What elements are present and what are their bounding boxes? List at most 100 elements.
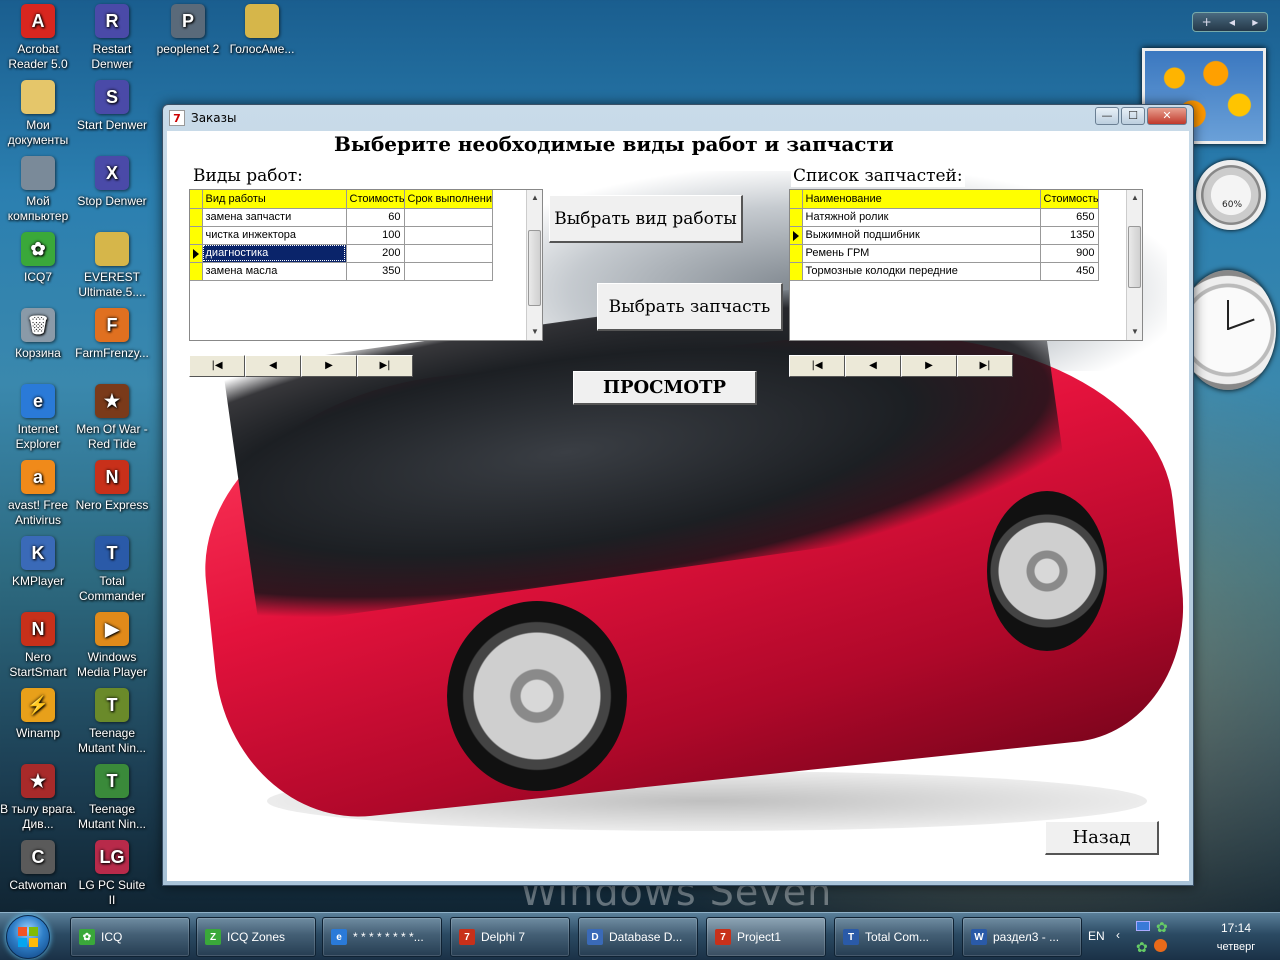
grid-column-header[interactable]: Срок выполнения [404, 190, 493, 209]
nav-next-button[interactable]: ▶ [301, 355, 357, 377]
grid-column-header[interactable]: Наименование [802, 190, 1041, 209]
tray-expand-icon[interactable]: ‹ [1116, 928, 1120, 942]
taskbar-button[interactable]: D Database D... [578, 917, 698, 957]
desktop-icon[interactable]: Ppeoplenet 2 [150, 4, 226, 57]
scroll-thumb[interactable] [528, 230, 541, 306]
grid-cell[interactable]: 60 [346, 208, 405, 227]
table-row[interactable]: Выжимной подшибник 1350 [790, 226, 1099, 245]
table-row[interactable]: замена масла 350 [190, 262, 493, 281]
nav-last-button[interactable]: ▶| [357, 355, 413, 377]
select-part-button[interactable]: Выбрать запчасть [597, 283, 783, 331]
grid-column-header[interactable]: Стоимость [1040, 190, 1099, 209]
table-row[interactable]: Тормозные колодки передние 450 [790, 262, 1099, 281]
parts-scrollbar[interactable]: ▲ ▼ [1126, 190, 1142, 340]
desktop-icon[interactable]: N Nero Express [74, 460, 150, 513]
icq-status-icon[interactable]: ✿ [1136, 939, 1148, 956]
desktop-icon[interactable]: T Total Commander [74, 536, 150, 604]
desktop-icon[interactable]: ⚡ Winamp [0, 688, 76, 741]
grid-cell[interactable] [404, 226, 493, 245]
taskbar-button[interactable]: Wраздел3 - ... [962, 917, 1082, 957]
taskbar-button[interactable]: 7 Delphi 7 [450, 917, 570, 957]
desktop-icon[interactable]: K KMPlayer [0, 536, 76, 589]
taskbar-button[interactable]: 7 Project1 [706, 917, 826, 957]
desktop-icon[interactable]: S Start Denwer [74, 80, 150, 133]
view-button[interactable]: ПРОСМОТР [573, 371, 757, 405]
nav-next-button[interactable]: ▶ [901, 355, 957, 377]
grid-cell[interactable]: 200 [346, 244, 405, 263]
nav-first-button[interactable]: |◀ [789, 355, 845, 377]
prev-gadget-icon[interactable]: ◂ [1229, 15, 1235, 29]
language-indicator[interactable]: EN [1088, 929, 1105, 943]
grid-cell[interactable]: 450 [1040, 262, 1099, 281]
works-scrollbar[interactable]: ▲ ▼ [526, 190, 542, 340]
taskbar-button[interactable]: ✿ ICQ [70, 917, 190, 957]
grid-cell[interactable]: 650 [1040, 208, 1099, 227]
desktop-icon[interactable]: ★ В тылу врага. Див... [0, 764, 76, 832]
taskbar-button[interactable]: e * * * * * * * *... [322, 917, 442, 957]
clock-day[interactable]: четверг [1208, 941, 1264, 953]
grid-column-header[interactable]: Стоимость [346, 190, 405, 209]
window-titlebar[interactable]: 7 Заказы — ☐ ✕ [163, 105, 1193, 131]
grid-cell[interactable]: 900 [1040, 244, 1099, 263]
grid-cell[interactable]: 100 [346, 226, 405, 245]
desktop-icon[interactable]: A Acrobat Reader 5.0 [0, 4, 76, 72]
grid-column-header[interactable]: Вид работы [202, 190, 347, 209]
nav-prior-button[interactable]: ◀ [245, 355, 301, 377]
desktop-icon[interactable]: ▶ Windows Media Player [74, 612, 150, 680]
grid-cell[interactable]: замена запчасти [202, 208, 347, 227]
grid-cell[interactable]: замена масла [202, 262, 347, 281]
scroll-thumb[interactable] [1128, 226, 1141, 288]
grid-cell[interactable]: Выжимной подшибник [802, 226, 1041, 245]
nav-first-button[interactable]: |◀ [189, 355, 245, 377]
start-button[interactable] [6, 915, 50, 959]
grid-cell[interactable]: Тормозные колодки передние [802, 262, 1041, 281]
desktop-icon[interactable]: T Teenage Mutant Nin... [74, 764, 150, 832]
desktop-icon[interactable]: X Stop Denwer [74, 156, 150, 209]
table-row[interactable]: Натяжной ролик 650 [790, 208, 1099, 227]
desktop-icon[interactable]: e Internet Explorer [0, 384, 76, 452]
scroll-down-icon[interactable]: ▼ [1127, 324, 1142, 340]
icq-tray-icon[interactable]: ✿ [1156, 919, 1168, 936]
gadget-toolbar[interactable]: + ◂ ▸ [1192, 12, 1268, 32]
table-row[interactable]: чистка инжектора 100 [190, 226, 493, 245]
table-row[interactable]: диагностика 200 [190, 244, 493, 263]
clock-time[interactable]: 17:14 [1216, 921, 1256, 935]
grid-cell[interactable]: диагностика [202, 244, 347, 263]
scroll-down-icon[interactable]: ▼ [527, 324, 542, 340]
select-work-button[interactable]: Выбрать вид работы [549, 195, 743, 243]
desktop-icon[interactable]: C Catwoman [0, 840, 76, 893]
grid-cell[interactable]: 1350 [1040, 226, 1099, 245]
desktop-icon[interactable]: N Nero StartSmart [0, 612, 76, 680]
scroll-up-icon[interactable]: ▲ [1127, 190, 1142, 206]
table-row[interactable]: замена запчасти 60 [190, 208, 493, 227]
desktop-icon[interactable]: F FarmFrenzy... [74, 308, 150, 361]
nav-prior-button[interactable]: ◀ [845, 355, 901, 377]
desktop-icon[interactable]: R Restart Denwer [74, 4, 150, 72]
table-row[interactable]: Ремень ГРМ 900 [790, 244, 1099, 263]
network-icon[interactable] [1136, 921, 1150, 931]
desktop-icon[interactable]: 🗑 Корзина [0, 308, 76, 361]
grid-cell[interactable]: 350 [346, 262, 405, 281]
back-button[interactable]: Назад [1045, 821, 1159, 855]
desktop-icon[interactable]: ГолосАме... [224, 4, 300, 57]
close-button[interactable]: ✕ [1147, 107, 1187, 125]
desktop-icon[interactable]: ★ Men Of War - Red Tide [74, 384, 150, 452]
nav-last-button[interactable]: ▶| [957, 355, 1013, 377]
desktop-icon[interactable]: Мой компьютер [0, 156, 76, 224]
desktop-icon[interactable]: ✿ ICQ7 [0, 232, 76, 285]
desktop-icon[interactable]: LG LG PC Suite II [74, 840, 150, 908]
scroll-up-icon[interactable]: ▲ [527, 190, 542, 206]
grid-cell[interactable] [404, 262, 493, 281]
taskbar-button[interactable]: Z ICQ Zones [196, 917, 316, 957]
grid-cell[interactable]: Натяжной ролик [802, 208, 1041, 227]
grid-cell[interactable] [404, 244, 493, 263]
desktop-icon[interactable]: a avast! Free Antivirus [0, 460, 76, 528]
desktop-icon[interactable]: T Teenage Mutant Nin... [74, 688, 150, 756]
taskbar-button[interactable]: T Total Com... [834, 917, 954, 957]
desktop-icon[interactable]: EVEREST Ultimate.5.... [74, 232, 150, 300]
grid-cell[interactable]: Ремень ГРМ [802, 244, 1041, 263]
desktop-icon[interactable]: Мои документы [0, 80, 76, 148]
works-grid[interactable]: Вид работы Стоимость Срок выполнения замена… [189, 189, 543, 341]
minimize-button[interactable]: — [1095, 107, 1119, 125]
next-gadget-icon[interactable]: ▸ [1252, 15, 1258, 29]
